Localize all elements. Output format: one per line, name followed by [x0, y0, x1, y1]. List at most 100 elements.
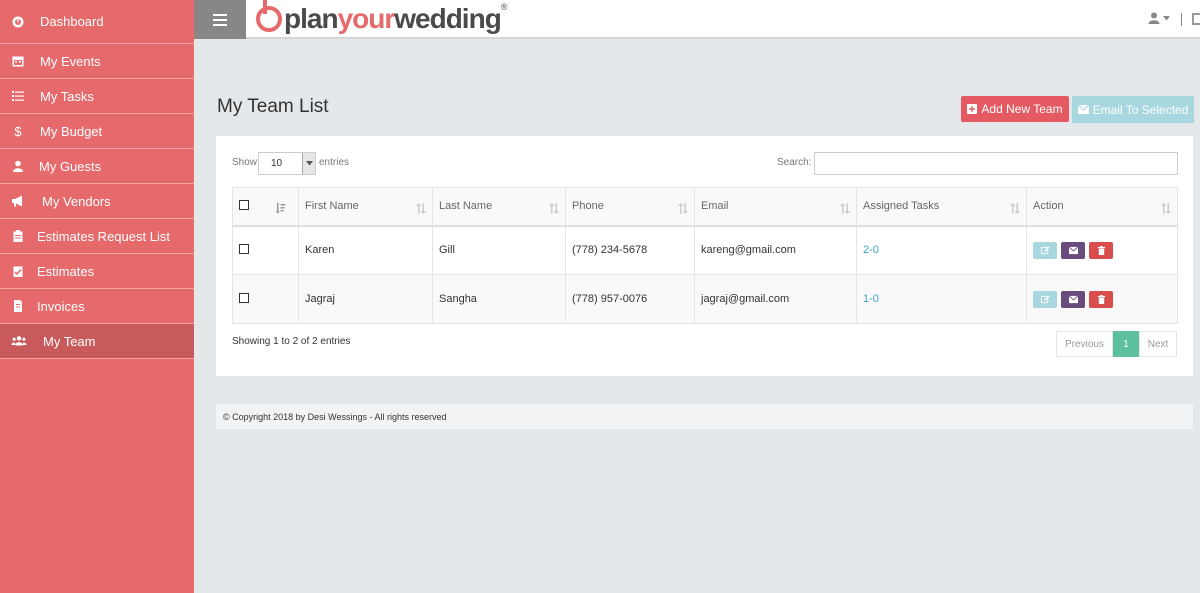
cell-actions [1026, 225, 1178, 275]
column-label: First Name [305, 200, 359, 213]
assigned-tasks-link[interactable]: 1-0 [863, 293, 879, 305]
sort-icon [1161, 203, 1171, 214]
cell-last-name: Gill [432, 225, 566, 275]
trash-icon [1097, 294, 1105, 304]
column-header-first-name[interactable]: First Name [298, 187, 433, 227]
pagination-info: Showing 1 to 2 of 2 entries [232, 336, 351, 347]
sidebar-item-label: My Budget [40, 123, 103, 139]
cell-email: jagraj@gmail.com [694, 274, 857, 324]
email-button[interactable] [1061, 290, 1086, 308]
sort-icon [416, 203, 426, 214]
delete-button[interactable] [1089, 290, 1114, 308]
previous-page-button[interactable]: Previous [1056, 331, 1113, 357]
dollar-icon: $ [14, 123, 22, 139]
logo-text-wedding: wedding [394, 3, 502, 34]
calendar-icon [11, 54, 25, 68]
hamburger-icon [213, 13, 227, 16]
row-checkbox[interactable] [239, 243, 249, 254]
table-row: Jagraj Sangha (778) 957-0076 jagraj@gmai… [232, 274, 1178, 324]
sidebar-item-dashboard[interactable]: Dashboard [0, 0, 194, 44]
column-header-action[interactable]: Action [1026, 187, 1178, 227]
trash-icon [1097, 245, 1105, 255]
logo-registered-mark: ® [500, 2, 508, 12]
add-new-team-button[interactable]: Add New Team [961, 96, 1069, 122]
cell-first-name: Jagraj [298, 274, 433, 324]
column-header-phone[interactable]: Phone [565, 187, 695, 227]
user-icon [1148, 12, 1160, 24]
chevron-down-icon [302, 153, 315, 174]
logo-mark-icon [256, 0, 282, 32]
assigned-tasks-link[interactable]: 2-0 [863, 244, 879, 256]
column-header-last-name[interactable]: Last Name [432, 187, 566, 227]
search-input[interactable] [814, 152, 1178, 175]
envelope-icon [1068, 295, 1078, 303]
team-table: First Name Last Name Phone Email Assigne… [232, 187, 1178, 324]
sidebar-item-label: My Events [40, 53, 101, 69]
copyright-text: © Copyright 2018 by Desi Wessings - All … [223, 411, 447, 422]
envelope-icon [1068, 246, 1078, 254]
table-header-row: First Name Last Name Phone Email Assigne… [232, 187, 1178, 227]
app-logo[interactable]: plan your wedding ® [256, 0, 508, 36]
sidebar-item-label: Invoices [37, 298, 85, 314]
sidebar-item-invoices[interactable]: Invoices [0, 289, 194, 324]
table-row: Karen Gill (778) 234-5678 kareng@gmail.c… [232, 225, 1178, 275]
cell-first-name: Karen [298, 225, 433, 275]
show-label: Show [232, 157, 258, 168]
footer: © Copyright 2018 by Desi Wessings - All … [216, 404, 1193, 429]
edit-icon [1040, 294, 1050, 303]
page-title: My Team List [217, 96, 329, 117]
header-divider [1181, 13, 1182, 26]
invoice-icon [11, 299, 25, 313]
sidebar-item-estimates[interactable]: Estimates [0, 254, 194, 289]
sort-icon [678, 203, 688, 214]
fullscreen-icon[interactable] [1192, 13, 1200, 25]
sidebar-item-label: My Team [43, 333, 96, 349]
edit-button[interactable] [1033, 290, 1057, 308]
select-all-header [232, 187, 299, 227]
sidebar-item-estimates-request-list[interactable]: Estimates Request List [0, 219, 194, 254]
delete-button[interactable] [1089, 241, 1114, 259]
envelope-icon [1077, 105, 1089, 114]
user-menu[interactable] [1148, 12, 1170, 24]
sort-icon [1010, 203, 1020, 214]
dashboard-icon [11, 15, 25, 29]
sidebar-item-label: My Tasks [40, 88, 94, 104]
column-header-email[interactable]: Email [694, 187, 857, 227]
edit-icon [1040, 246, 1050, 254]
team-list-panel: Show 10 entries Search: First Name Last … [216, 136, 1193, 376]
sort-icon[interactable] [276, 203, 286, 214]
select-all-checkbox[interactable] [239, 199, 249, 210]
sidebar-item-my-budget[interactable]: $ My Budget [0, 114, 194, 149]
team-icon [10, 334, 28, 348]
email-button[interactable] [1061, 241, 1086, 259]
sidebar-item-my-events[interactable]: My Events [0, 44, 194, 79]
sidebar-item-my-tasks[interactable]: My Tasks [0, 79, 194, 114]
clipboard-icon [11, 229, 25, 243]
next-page-button[interactable]: Next [1139, 331, 1177, 357]
guest-icon [11, 159, 25, 173]
sidebar-item-my-guests[interactable]: My Guests [0, 149, 194, 184]
cell-last-name: Sangha [432, 274, 566, 324]
plus-square-icon [967, 104, 978, 114]
pagination: Previous 1 Next [1056, 331, 1177, 357]
cell-phone: (778) 957-0076 [565, 274, 695, 324]
sidebar-item-label: Estimates [37, 263, 95, 279]
column-label: Action [1033, 200, 1064, 213]
sort-icon [549, 203, 559, 214]
entries-select[interactable]: 10 [258, 152, 316, 175]
column-label: Last Name [439, 200, 493, 213]
edit-button[interactable] [1033, 241, 1057, 259]
tasks-icon [11, 89, 25, 103]
email-to-selected-button[interactable]: Email To Selected [1072, 96, 1194, 123]
sidebar-item-my-vendors[interactable]: My Vendors [0, 184, 194, 219]
column-label: Email [701, 200, 729, 213]
row-checkbox[interactable] [239, 292, 249, 303]
column-label: Phone [572, 200, 604, 213]
email-to-selected-label: Email To Selected [1092, 102, 1189, 117]
page-1-button[interactable]: 1 [1113, 331, 1139, 357]
column-header-assigned-tasks[interactable]: Assigned Tasks [856, 187, 1027, 227]
sidebar-item-my-team[interactable]: My Team [0, 324, 194, 359]
logo-text-plan: plan [284, 3, 339, 34]
menu-toggle-button[interactable] [194, 0, 246, 39]
sidebar-item-label: Estimates Request List [37, 228, 170, 244]
